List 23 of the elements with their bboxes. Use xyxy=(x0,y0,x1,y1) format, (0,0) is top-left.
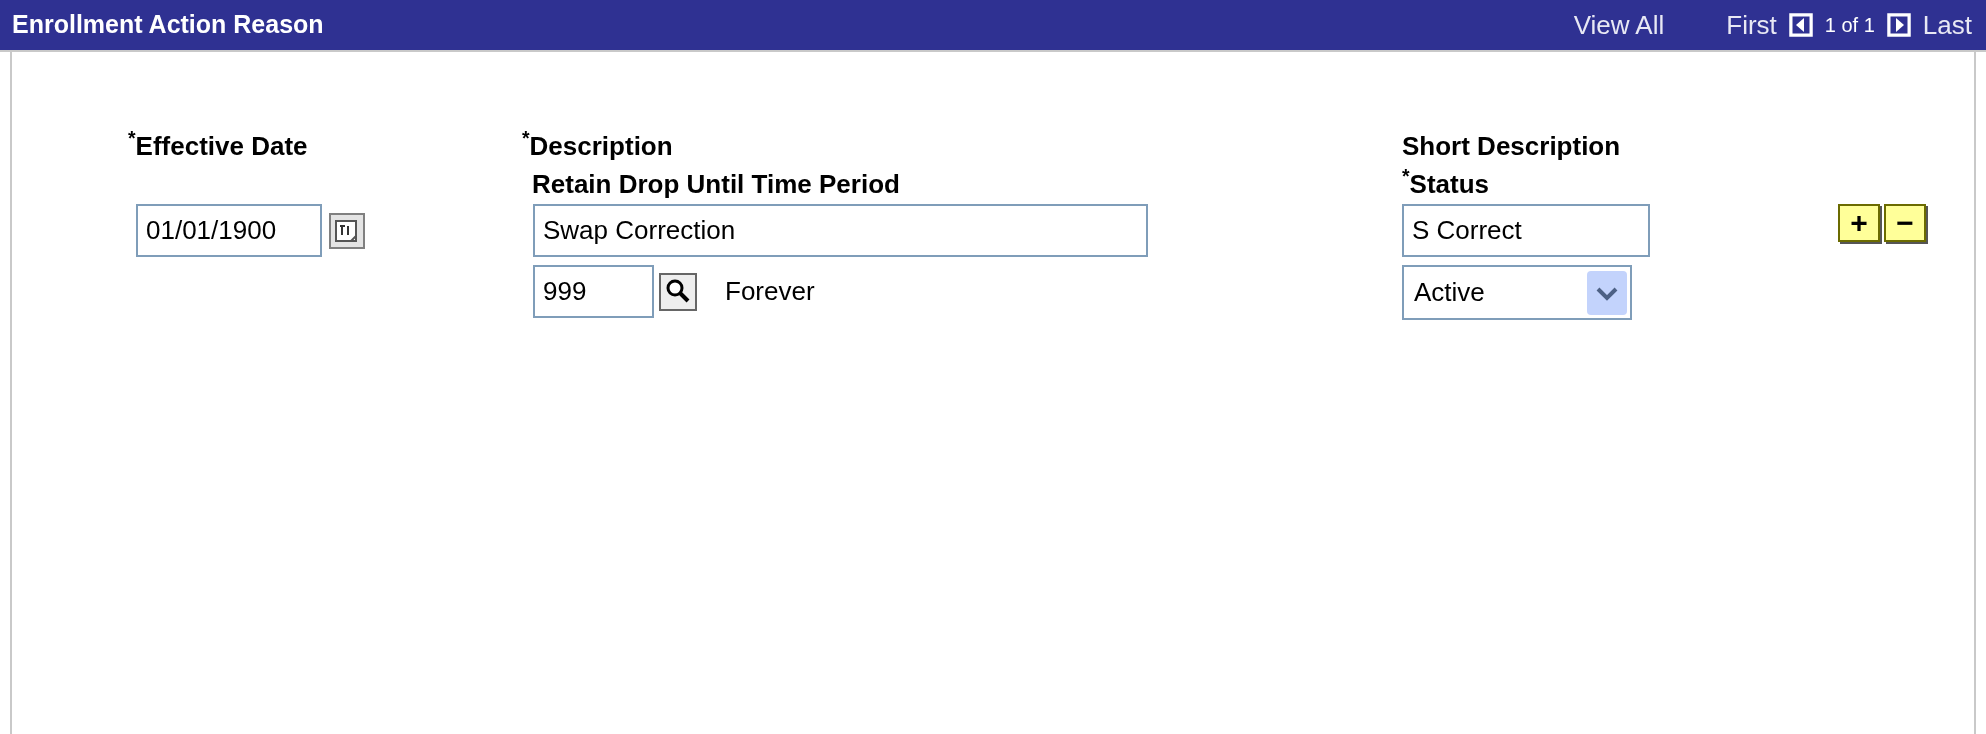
status-dropdown[interactable]: Active xyxy=(1402,265,1632,320)
add-row-button[interactable]: + xyxy=(1838,204,1880,242)
field-label: $^{*}$Effective Date xyxy=(128,133,308,159)
input-field[interactable]: S Correct xyxy=(1402,204,1650,257)
field-label: $^{*}$Description xyxy=(522,133,673,159)
input-field[interactable]: Swap Correction xyxy=(533,204,1148,257)
chevron-icon xyxy=(1586,269,1628,316)
input-field[interactable]: 999 xyxy=(533,265,654,318)
previous-icon[interactable] xyxy=(1788,13,1813,37)
field-label: Retain Drop Until Time Period xyxy=(532,171,900,197)
retain-period-text: Forever xyxy=(725,275,815,308)
calendar-icon[interactable] xyxy=(328,211,366,250)
field-label: $^{*}$Status xyxy=(1402,171,1490,197)
view-all-link[interactable]: View All xyxy=(1573,5,1665,45)
page-count: 1 of 1 xyxy=(1824,13,1875,38)
search-icon[interactable] xyxy=(659,272,697,311)
next-icon[interactable] xyxy=(1886,13,1911,37)
section-title: Enrollment Action Reason xyxy=(12,9,324,41)
first-link[interactable]: First xyxy=(1726,5,1777,45)
delete-row-button[interactable]: − xyxy=(1884,204,1926,242)
input-field[interactable]: 01/01/1900 xyxy=(136,204,322,257)
last-link[interactable]: Last xyxy=(1922,5,1972,45)
field-label: Short Description xyxy=(1402,133,1621,159)
